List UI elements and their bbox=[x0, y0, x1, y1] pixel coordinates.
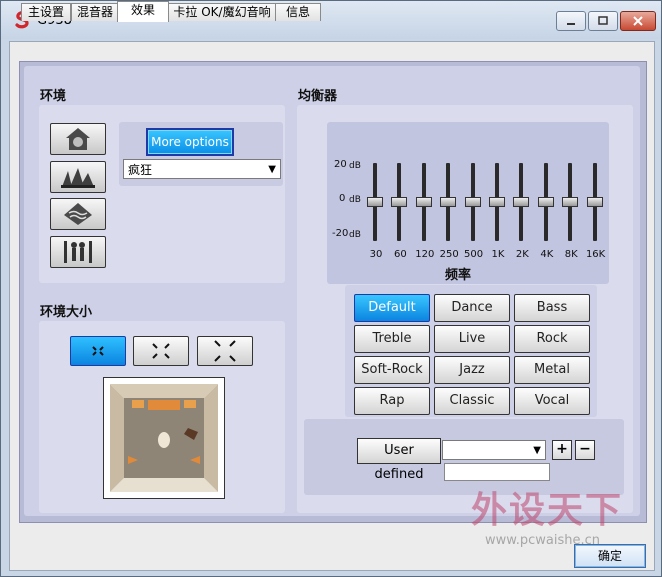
house-environment-icon bbox=[66, 128, 90, 150]
db-unit-label: dB bbox=[349, 195, 361, 205]
eq-slider-thumb[interactable] bbox=[415, 197, 432, 207]
ok-button[interactable]: 确定 bbox=[574, 544, 646, 568]
preset-button[interactable]: Jazz bbox=[434, 356, 510, 384]
eq-frequency-label: 8K bbox=[564, 249, 578, 260]
tab-mixer[interactable]: 混音器 bbox=[71, 3, 119, 21]
close-icon bbox=[633, 16, 643, 26]
eq-slider-thumb[interactable] bbox=[562, 197, 579, 207]
more-options-button[interactable]: More options bbox=[146, 128, 234, 156]
db-zero-label: 0 bbox=[339, 193, 346, 204]
add-preset-button[interactable]: + bbox=[552, 440, 572, 460]
maximize-button[interactable] bbox=[588, 11, 618, 31]
eq-frequency-label: 2K bbox=[515, 249, 529, 260]
close-button[interactable] bbox=[620, 11, 656, 31]
room-preview bbox=[103, 377, 225, 499]
small-size-icon bbox=[92, 346, 104, 356]
eq-slider-thumb[interactable] bbox=[513, 197, 530, 207]
preset-button[interactable]: Default bbox=[354, 294, 430, 322]
user-defined-button[interactable]: User defined bbox=[357, 438, 441, 482]
db-max-label: 20 bbox=[334, 159, 347, 170]
watermark: 外设天下 www.pcwaishe.cn bbox=[471, 481, 651, 551]
eq-frequency-label: 120 bbox=[415, 249, 435, 260]
preset-button[interactable]: Treble bbox=[354, 325, 430, 353]
preset-button[interactable]: Live bbox=[434, 325, 510, 353]
large-size-icon bbox=[214, 340, 236, 362]
preset-button[interactable]: Metal bbox=[514, 356, 590, 384]
eq-slider-thumb[interactable] bbox=[367, 197, 383, 207]
dropdown-arrow-icon: ▼ bbox=[268, 164, 276, 175]
medium-size-icon bbox=[152, 343, 170, 359]
environment-size-small-button[interactable] bbox=[70, 336, 126, 366]
watermark-brand: 外设天下 bbox=[471, 490, 624, 531]
tab-karaoke[interactable]: 卡拉 OK/魔幻音响 bbox=[168, 3, 276, 21]
eq-slider-thumb[interactable] bbox=[464, 197, 481, 207]
underwater-icon bbox=[64, 203, 92, 225]
eq-frequency-label: 60 bbox=[394, 249, 407, 260]
concert-hall-icon bbox=[61, 168, 95, 188]
environment-preset-button[interactable] bbox=[50, 236, 106, 268]
eq-frequency-label: 500 bbox=[464, 249, 484, 260]
environment-preset-button[interactable] bbox=[50, 161, 106, 193]
preset-button[interactable]: Rap bbox=[354, 387, 430, 415]
minimize-button[interactable] bbox=[556, 11, 586, 31]
environment-select[interactable]: 疯狂 ▼ bbox=[123, 159, 281, 179]
dropdown-arrow-icon: ▼ bbox=[533, 445, 541, 456]
room-layout-graphic bbox=[104, 378, 224, 498]
stage-performers-icon bbox=[64, 241, 92, 263]
eq-slider-thumb[interactable] bbox=[489, 197, 505, 207]
preset-button[interactable]: Soft-Rock bbox=[354, 356, 430, 384]
eq-slider-thumb[interactable] bbox=[391, 197, 408, 207]
environment-size-label: 环境大小 bbox=[40, 305, 93, 320]
tab-main-settings[interactable]: 主设置 bbox=[21, 3, 71, 21]
tab-info[interactable]: 信息 bbox=[275, 3, 321, 21]
eq-slider-thumb[interactable] bbox=[586, 197, 603, 207]
preset-button[interactable]: Dance bbox=[434, 294, 510, 322]
app-window: G938 主设置 混音器 效果 卡拉 OK/魔幻音响 信息 环境 bbox=[0, 0, 662, 577]
environment-size-medium-button[interactable] bbox=[133, 336, 189, 366]
db-unit-label: dB bbox=[349, 230, 361, 240]
eq-frequency-label: 16K bbox=[585, 249, 606, 260]
eq-slider-thumb[interactable] bbox=[440, 197, 457, 207]
eq-frequency-label: 4K bbox=[540, 249, 554, 260]
preset-button[interactable]: Bass bbox=[514, 294, 590, 322]
eq-slider-thumb[interactable] bbox=[537, 197, 554, 207]
preset-button[interactable]: Vocal bbox=[514, 387, 590, 415]
environment-label: 环境 bbox=[40, 89, 67, 104]
preset-button[interactable]: Rock bbox=[514, 325, 590, 353]
db-min-label: -20 bbox=[332, 228, 349, 239]
db-unit-label: dB bbox=[349, 161, 361, 171]
environment-size-large-button[interactable] bbox=[197, 336, 253, 366]
user-defined-select[interactable]: ▼ bbox=[442, 440, 546, 460]
environment-preset-button[interactable] bbox=[50, 198, 106, 230]
remove-preset-button[interactable]: − bbox=[575, 440, 595, 460]
preset-name-input[interactable] bbox=[444, 463, 550, 481]
frequency-axis-label: 频率 bbox=[445, 268, 472, 283]
eq-frequency-label: 1K bbox=[491, 249, 505, 260]
environment-preset-button[interactable] bbox=[50, 123, 106, 155]
maximize-icon bbox=[598, 16, 608, 25]
environment-select-value: 疯狂 bbox=[128, 163, 153, 177]
minimize-icon bbox=[567, 23, 575, 25]
tab-effects[interactable]: 效果 bbox=[117, 1, 169, 22]
eq-frequency-label: 250 bbox=[439, 249, 459, 260]
preset-button[interactable]: Classic bbox=[434, 387, 510, 415]
equalizer-label: 均衡器 bbox=[298, 89, 338, 104]
eq-frequency-label: 30 bbox=[369, 249, 383, 260]
